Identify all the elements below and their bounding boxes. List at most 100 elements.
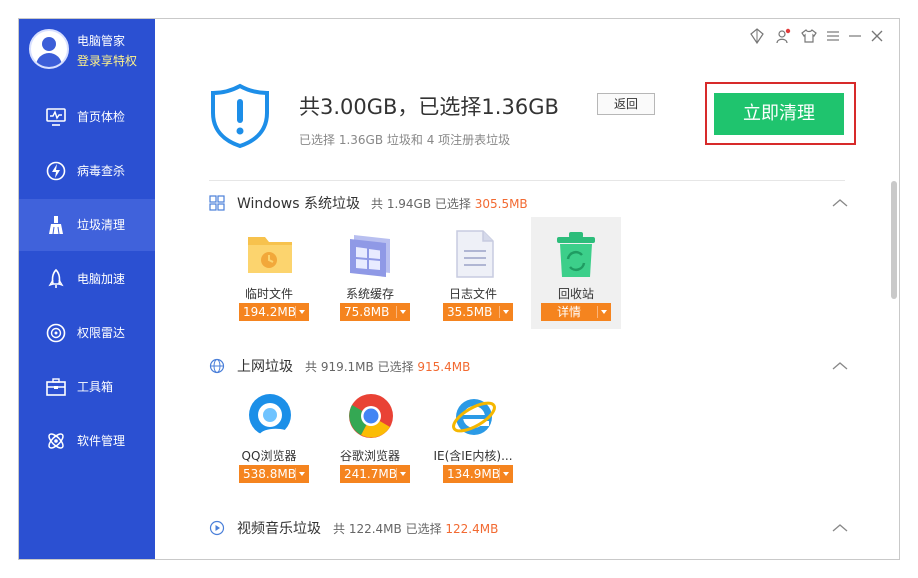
skin-icon[interactable] <box>749 28 765 45</box>
profile-name: 电脑管家 <box>77 34 126 48</box>
size-value: 134.9MB <box>447 467 500 481</box>
chevron-up-icon[interactable] <box>831 358 849 374</box>
section-stats: 共 122.4MB 已选择 122.4MB <box>333 520 498 537</box>
size-value: 194.2MB <box>243 305 296 319</box>
caret-down-icon <box>299 472 305 476</box>
sidebar-item-label: 工具箱 <box>77 380 114 394</box>
size-value: 详情 <box>557 305 582 319</box>
size-value: 241.7MB <box>344 467 397 481</box>
login-link[interactable]: 登录享特权 <box>77 52 137 69</box>
sidebar-item-label: 权限雷达 <box>77 326 126 340</box>
chevron-up-icon[interactable] <box>831 520 849 536</box>
windows-icon <box>209 195 225 211</box>
play-icon <box>209 520 225 536</box>
shield-icon <box>211 83 269 149</box>
sidebar-item-label: 垃圾清理 <box>77 218 126 232</box>
chrome-icon <box>349 394 393 438</box>
broom-icon <box>49 216 63 235</box>
item-qq-browser[interactable]: QQ浏览器 538.8MB <box>225 379 313 491</box>
sidebar: 电脑管家 登录享特权 首页体检 病毒查杀 垃圾清理 电脑加速 权限雷达 工具箱 … <box>19 19 155 559</box>
caret-down-icon <box>299 310 305 314</box>
profile: 电脑管家 登录享特权 <box>19 19 155 83</box>
close-icon[interactable] <box>869 28 885 44</box>
size-dropdown[interactable]: 194.2MB <box>239 303 309 321</box>
sidebar-item-junk-clean[interactable]: 垃圾清理 <box>19 199 155 251</box>
menu-icon[interactable] <box>825 28 841 44</box>
clean-now-button[interactable]: 立即清理 <box>714 93 844 135</box>
item-temp-files[interactable]: 临时文件 194.2MB <box>225 217 313 329</box>
stats-selected: 305.5MB <box>474 197 528 211</box>
badge-separator <box>396 306 397 318</box>
badge-separator <box>295 468 296 480</box>
sidebar-item-permission-radar[interactable]: 权限雷达 <box>19 307 155 359</box>
item-label: 临时文件 <box>244 287 293 301</box>
sidebar-item-label: 首页体检 <box>77 110 126 124</box>
rocket-icon <box>48 268 64 288</box>
badge-separator <box>295 306 296 318</box>
radar-icon <box>46 323 66 343</box>
sidebar-item-home-check[interactable]: 首页体检 <box>19 91 155 143</box>
virus-icon <box>46 161 66 181</box>
caret-down-icon <box>400 310 406 314</box>
shirt-icon[interactable] <box>801 28 817 44</box>
folder-clock-icon <box>248 237 292 273</box>
item-recycle-bin[interactable]: 回收站 详情 <box>531 217 621 329</box>
section-header-internet: 上网垃圾 共 919.1MB 已选择 915.4MB <box>209 356 849 376</box>
scrollbar-thumb[interactable] <box>891 181 897 299</box>
section-stats: 共 919.1MB 已选择 915.4MB <box>305 358 470 375</box>
section-title: Windows 系统垃圾 <box>237 196 360 212</box>
sidebar-item-toolbox[interactable]: 工具箱 <box>19 361 155 413</box>
minimize-icon[interactable] <box>847 28 863 44</box>
item-log-files[interactable]: 日志文件 35.5MB <box>429 217 517 329</box>
chevron-up-icon[interactable] <box>831 195 849 211</box>
size-dropdown[interactable]: 75.8MB <box>340 303 410 321</box>
stats-selected: 122.4MB <box>445 522 499 536</box>
section-header-windows: Windows 系统垃圾 共 1.94GB 已选择 305.5MB <box>209 193 849 213</box>
caret-down-icon <box>503 310 509 314</box>
caret-down-icon <box>400 472 406 476</box>
caret-down-icon <box>503 472 509 476</box>
size-dropdown[interactable]: 134.9MB <box>443 465 513 483</box>
stats-selected: 915.4MB <box>417 360 471 374</box>
avatar[interactable] <box>29 29 69 69</box>
item-label: QQ浏览器 <box>241 449 297 463</box>
section-header-media: 视频音乐垃圾 共 122.4MB 已选择 122.4MB <box>209 518 849 538</box>
sidebar-item-label: 病毒查杀 <box>77 164 126 178</box>
item-label: 回收站 <box>557 287 594 301</box>
avatar-body <box>36 53 62 67</box>
back-button[interactable]: 返回 <box>597 93 655 115</box>
size-dropdown[interactable]: 241.7MB <box>340 465 410 483</box>
sidebar-item-software[interactable]: 软件管理 <box>19 415 155 467</box>
badge-separator <box>499 306 500 318</box>
software-icon <box>48 433 64 449</box>
item-ie[interactable]: IE(含IE内核)... 134.9MB <box>429 379 517 491</box>
monitor-icon <box>46 108 66 126</box>
sidebar-item-virus-scan[interactable]: 病毒查杀 <box>19 145 155 197</box>
badge-separator <box>597 306 598 318</box>
badge-separator <box>396 468 397 480</box>
selection-summary: 已选择 1.36GB 垃圾和 4 项注册表垃圾 <box>299 133 511 147</box>
recycle-bin-icon <box>557 232 595 277</box>
details-dropdown[interactable]: 详情 <box>541 303 611 321</box>
section-title: 上网垃圾 <box>237 359 293 375</box>
divider <box>209 180 845 181</box>
size-dropdown[interactable]: 35.5MB <box>443 303 513 321</box>
size-dropdown[interactable]: 538.8MB <box>239 465 309 483</box>
sidebar-item-speedup[interactable]: 电脑加速 <box>19 253 155 305</box>
user-settings-icon[interactable] <box>775 28 791 44</box>
item-chrome[interactable]: 谷歌浏览器 241.7MB <box>326 379 414 491</box>
item-label: 谷歌浏览器 <box>339 449 400 463</box>
ie-icon <box>452 399 496 435</box>
stats-prefix: 共 1.94GB 已选择 <box>371 197 471 211</box>
qq-browser-icon <box>249 394 291 439</box>
item-label: 日志文件 <box>448 287 497 301</box>
window-controls <box>749 28 889 46</box>
globe-icon <box>209 358 225 374</box>
item-system-cache[interactable]: 系统缓存 75.8MB <box>326 217 414 329</box>
toolbox-icon <box>46 378 66 396</box>
size-value: 35.5MB <box>447 305 493 319</box>
caret-down-icon <box>601 310 607 314</box>
stats-prefix: 共 919.1MB 已选择 <box>305 360 414 374</box>
section-title: 视频音乐垃圾 <box>237 521 321 537</box>
document-icon <box>456 230 494 278</box>
